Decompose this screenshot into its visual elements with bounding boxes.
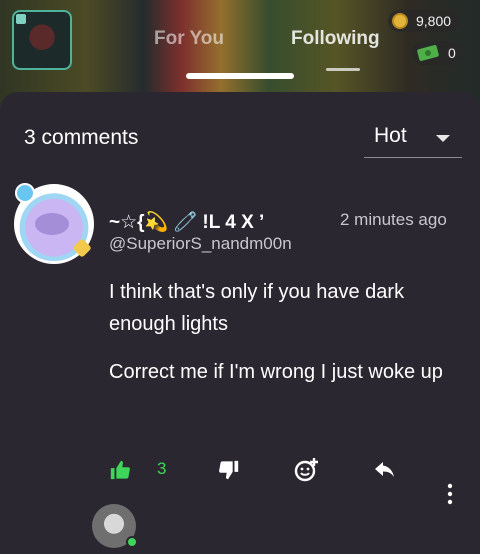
comments-count: 3 comments [24, 126, 139, 149]
current-user-avatar[interactable] [92, 504, 138, 548]
cash-amount: 0 [448, 45, 456, 61]
profile-corner-badge-icon [16, 14, 26, 24]
tab-following[interactable]: Following [291, 28, 380, 50]
like-count: 3 [157, 459, 167, 478]
sheet-drag-handle[interactable] [186, 73, 294, 79]
comment-timestamp: 2 minutes ago [340, 210, 447, 229]
more-vertical-icon [447, 483, 453, 505]
commenter-display-name[interactable]: ~☆{💫 🧷 !L 4 X ’ [109, 210, 264, 234]
avatar-flower-badge-icon [15, 183, 35, 203]
comment-body: I think that's only if you have dark eno… [109, 276, 469, 388]
like-button[interactable] [109, 457, 131, 483]
add-reaction-icon [294, 458, 318, 482]
comments-sheet: 3 comments Hot ~☆{💫 🧷 !L 4 X ’ 2 minutes… [0, 92, 480, 554]
coin-amount: 9,800 [416, 13, 452, 29]
dislike-button[interactable] [218, 457, 240, 483]
avatar-face [35, 213, 69, 235]
reply-icon [375, 462, 394, 477]
online-status-icon [126, 536, 138, 548]
comments-header: 3 comments Hot [0, 92, 480, 178]
coin-balance[interactable]: 9,800 [388, 10, 460, 32]
coin-icon [392, 13, 408, 29]
caret-down-icon [436, 135, 450, 142]
sort-selected-value: Hot [374, 124, 407, 147]
commenter-handle[interactable]: @SuperiorS_nandm00n [109, 234, 292, 254]
cash-balance[interactable]: 0 [412, 41, 462, 65]
avatar-star-badge-icon [72, 238, 92, 258]
add-reaction-button[interactable] [294, 457, 320, 483]
sort-dropdown[interactable]: Hot [364, 110, 462, 158]
comment-paragraph: I think that's only if you have dark eno… [109, 281, 405, 335]
tab-for-you[interactable]: For You [154, 28, 224, 50]
more-options-button[interactable] [444, 482, 456, 506]
active-tab-indicator [326, 68, 360, 71]
comment-actions: 3 [0, 457, 480, 487]
reply-button[interactable] [373, 457, 397, 483]
thumbs-up-icon [110, 460, 130, 480]
commenter-avatar[interactable] [14, 183, 94, 264]
thumbs-down-icon [219, 460, 239, 480]
cash-icon [416, 44, 440, 62]
profile-thumbnail[interactable] [12, 10, 72, 70]
comment-paragraph: Correct me if I'm wrong I just woke up [109, 361, 443, 383]
